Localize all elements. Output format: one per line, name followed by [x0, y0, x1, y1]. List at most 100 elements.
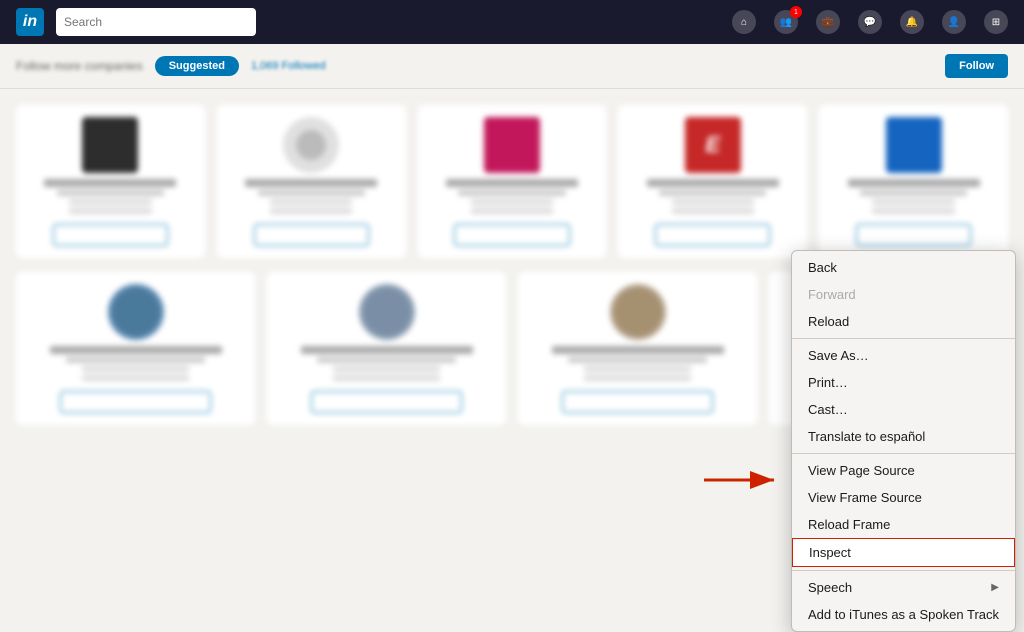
company-followers-4 — [672, 208, 754, 214]
company-logo-3 — [484, 117, 540, 173]
subnav-text: Follow more companies — [16, 59, 143, 73]
person-name-2 — [301, 346, 473, 354]
network-icon: 👥 1 — [774, 10, 798, 34]
card-grid-row1: E — [16, 105, 1008, 258]
person-text-2 — [279, 346, 494, 381]
nav-me[interactable]: 👤 — [942, 10, 966, 34]
card-text-5 — [831, 179, 996, 214]
card-text-4 — [630, 179, 795, 214]
nav-messaging[interactable]: 💬 — [858, 10, 882, 34]
company-card-3[interactable] — [418, 105, 607, 258]
company-card-2[interactable] — [217, 105, 406, 258]
company-name-4 — [647, 179, 779, 187]
person-sub2-2 — [333, 366, 441, 372]
context-menu-view-frame-source[interactable]: View Frame Source — [792, 484, 1015, 511]
tab-suggested[interactable]: Suggested — [155, 56, 239, 76]
profile-icon: 👤 — [942, 10, 966, 34]
person-sub2-3 — [584, 366, 692, 372]
person-name-1 — [50, 346, 222, 354]
follow-person-btn-1[interactable] — [60, 391, 211, 413]
context-menu-section-save: Save As… Print… Cast… Translate to españ… — [792, 339, 1015, 454]
follow-btn-4[interactable] — [655, 224, 770, 246]
follow-person-btn-2[interactable] — [311, 391, 462, 413]
card-text-3 — [430, 179, 595, 214]
company-card-5[interactable] — [819, 105, 1008, 258]
person-sub-1 — [66, 357, 206, 363]
follow-button[interactable]: Follow — [945, 54, 1008, 78]
speech-submenu-arrow: ▶ — [991, 582, 999, 593]
sub-navigation: Follow more companies Suggested 1,069 Fo… — [0, 44, 1024, 89]
nav-network[interactable]: 👥 1 — [774, 10, 798, 34]
company-card-1[interactable] — [16, 105, 205, 258]
company-logo-2 — [283, 117, 339, 173]
person-followers-2 — [333, 375, 441, 381]
company-sub2-1 — [69, 199, 151, 205]
company-logo-5 — [886, 117, 942, 173]
company-name-5 — [848, 179, 980, 187]
context-menu-save-as[interactable]: Save As… — [792, 342, 1015, 369]
follow-person-btn-3[interactable] — [562, 391, 713, 413]
nav-icons-container: ⌂ 👥 1 💼 💬 🔔 👤 ⊞ — [732, 10, 1008, 34]
context-menu-reload-frame[interactable]: Reload Frame — [792, 511, 1015, 538]
nav-jobs[interactable]: 💼 — [816, 10, 840, 34]
context-menu-forward[interactable]: Forward — [792, 281, 1015, 308]
company-sub2-4 — [672, 199, 754, 205]
context-menu-translate[interactable]: Translate to español — [792, 423, 1015, 450]
company-logo-1 — [82, 117, 138, 173]
person-card-1[interactable] — [16, 272, 255, 425]
card-text-1 — [28, 179, 193, 214]
company-sub2-3 — [471, 199, 553, 205]
company-card-4[interactable]: E — [618, 105, 807, 258]
jobs-icon: 💼 — [816, 10, 840, 34]
person-text-1 — [28, 346, 243, 381]
person-name-3 — [552, 346, 724, 354]
linkedin-logo[interactable]: in — [16, 8, 44, 36]
context-menu-add-itunes[interactable]: Add to iTunes as a Spoken Track — [792, 601, 1015, 628]
person-text-3 — [530, 346, 745, 381]
follow-btn-5[interactable] — [856, 224, 971, 246]
company-sub-3 — [458, 190, 565, 196]
person-avatar-3 — [610, 284, 666, 340]
person-card-2[interactable] — [267, 272, 506, 425]
company-followers-5 — [872, 208, 954, 214]
context-menu-cast[interactable]: Cast… — [792, 396, 1015, 423]
nav-work[interactable]: ⊞ — [984, 10, 1008, 34]
person-followers-3 — [584, 375, 692, 381]
context-menu-section-speech: Speech ▶ Add to iTunes as a Spoken Track — [792, 571, 1015, 631]
company-followers-3 — [471, 208, 553, 214]
company-sub-2 — [258, 190, 365, 196]
context-menu-section-dev: View Page Source View Frame Source Reloa… — [792, 454, 1015, 571]
follow-btn-2[interactable] — [254, 224, 369, 246]
nav-notifications[interactable]: 🔔 — [900, 10, 924, 34]
person-followers-1 — [82, 375, 190, 381]
tab-followed[interactable]: 1,069 Followed — [251, 60, 326, 72]
follow-btn-3[interactable] — [454, 224, 569, 246]
person-avatar-2 — [359, 284, 415, 340]
follow-btn-1[interactable] — [53, 224, 168, 246]
context-menu-print[interactable]: Print… — [792, 369, 1015, 396]
company-name-2 — [245, 179, 377, 187]
person-sub-3 — [568, 357, 708, 363]
search-input[interactable] — [56, 8, 256, 36]
context-menu-back[interactable]: Back — [792, 254, 1015, 281]
company-name-3 — [446, 179, 578, 187]
context-menu-view-page-source[interactable]: View Page Source — [792, 457, 1015, 484]
company-sub-1 — [57, 190, 164, 196]
context-menu: Back Forward Reload Save As… Print… Cast… — [791, 250, 1016, 632]
person-sub-2 — [317, 357, 457, 363]
company-sub-5 — [860, 190, 967, 196]
person-card-3[interactable] — [518, 272, 757, 425]
context-menu-section-navigation: Back Forward Reload — [792, 251, 1015, 339]
context-menu-speech[interactable]: Speech ▶ — [792, 574, 1015, 601]
notifications-icon: 🔔 — [900, 10, 924, 34]
company-logo-4: E — [685, 117, 741, 173]
context-menu-inspect[interactable]: Inspect — [792, 538, 1015, 567]
context-menu-reload[interactable]: Reload — [792, 308, 1015, 335]
home-icon: ⌂ — [732, 10, 756, 34]
person-avatar-1 — [108, 284, 164, 340]
network-badge: 1 — [790, 6, 802, 18]
company-sub2-5 — [872, 199, 954, 205]
nav-home[interactable]: ⌂ — [732, 10, 756, 34]
card-text-2 — [229, 179, 394, 214]
messaging-icon: 💬 — [858, 10, 882, 34]
